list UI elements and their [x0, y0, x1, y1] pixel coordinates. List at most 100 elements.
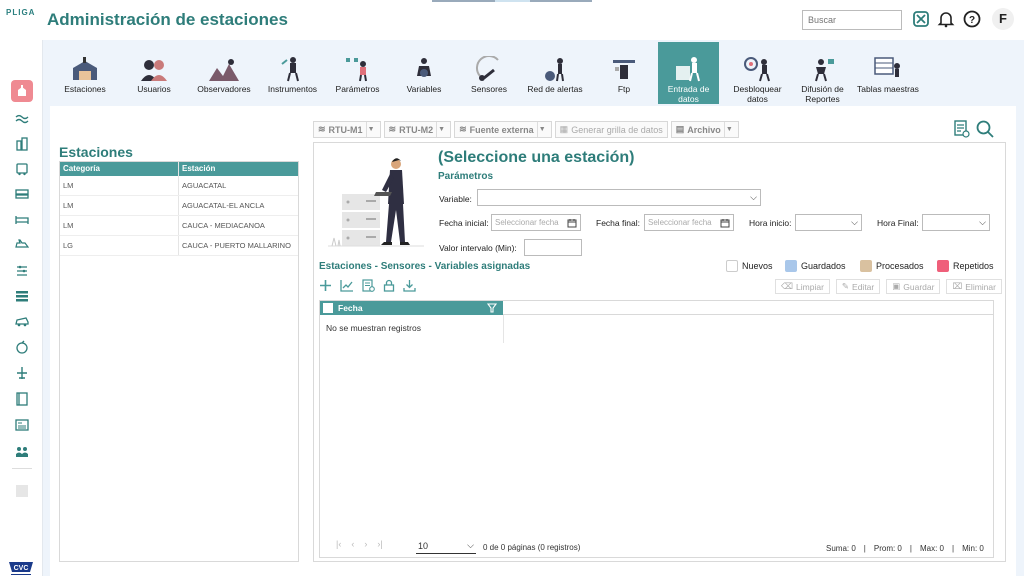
parameters-title: Parámetros [438, 171, 494, 182]
hora-inicio-select[interactable]: ⌵ [795, 214, 862, 231]
module-unlock[interactable]: Desbloquear datos [725, 42, 790, 104]
sidebar-item-group[interactable] [11, 440, 33, 462]
limpiar-label: Limpiar [796, 281, 824, 292]
calendar-icon[interactable] [720, 218, 730, 228]
eliminar-button[interactable]: ⌧ Eliminar [946, 279, 1002, 294]
first-page-icon[interactable]: |‹ [336, 539, 341, 549]
page-size-select[interactable]: 10 ⌵ [416, 538, 476, 554]
archivo-dropdown[interactable]: ▤ Archivo ▼ [670, 121, 739, 138]
server-icon [15, 189, 29, 199]
observers-icon [206, 52, 242, 82]
rtu-m2-dropdown[interactable]: ≋ RTU-M2 ▼ [383, 121, 452, 138]
sidebar-item-aerial[interactable] [11, 362, 33, 384]
apple-icon [16, 340, 28, 354]
module-sensors[interactable]: Sensores [458, 42, 520, 104]
module-observers[interactable]: Observadores [188, 42, 260, 104]
ftp-icon [606, 52, 642, 82]
module-instruments[interactable]: Instrumentos [260, 42, 325, 104]
module-label: Red de alertas [527, 84, 583, 94]
report-icon[interactable] [954, 120, 970, 138]
table-row[interactable]: LM AGUACATAL-EL ANCLA [60, 196, 298, 216]
tools-icon[interactable] [911, 9, 931, 29]
bus-icon [16, 163, 28, 176]
add-icon[interactable] [319, 279, 332, 292]
guardar-button[interactable]: ▣ Guardar [886, 279, 941, 294]
variable-label: Variable: [439, 194, 472, 204]
sidebar-item-filters[interactable] [11, 259, 33, 281]
chevron-down-icon: ▼ [365, 122, 376, 137]
book-icon [16, 392, 28, 406]
prev-page-icon[interactable]: ‹ [351, 539, 354, 549]
module-users[interactable]: Usuarios [120, 42, 188, 104]
table-row[interactable]: LG CAUCA - PUERTO MALLARINO [60, 236, 298, 256]
generar-grilla-button[interactable]: ▦ Generar grilla de datos [554, 121, 668, 138]
hora-final-select[interactable]: ⌵ [922, 214, 990, 231]
unlock-icon [740, 52, 776, 82]
sidebar-item-news[interactable] [11, 414, 33, 436]
module-variables[interactable]: Variables [390, 42, 458, 104]
sidebar-item-flight[interactable] [11, 234, 33, 256]
chart-icon[interactable] [340, 279, 354, 292]
rtu-m2-label: RTU-M2 [399, 124, 434, 135]
document-edit-icon[interactable] [362, 279, 375, 292]
module-label: Tablas maestras [857, 84, 919, 94]
search-icon[interactable] [976, 120, 994, 138]
sidebar-item-book[interactable] [11, 388, 33, 410]
limpiar-button[interactable]: ⌫ Limpiar [775, 279, 830, 294]
sidebar-item-server[interactable] [11, 183, 33, 205]
next-page-icon[interactable]: › [364, 539, 367, 549]
table-row[interactable]: LM CAUCA - MEDIACANOA [60, 216, 298, 236]
legend-swatch-procesados [860, 260, 872, 272]
sidebar-item-stations[interactable] [11, 80, 33, 102]
fecha-inicial-input[interactable]: Seleccionar fecha [491, 214, 581, 231]
rtu-m1-dropdown[interactable]: ≋ RTU-M1 ▼ [313, 121, 381, 138]
valor-intervalo-input[interactable] [524, 239, 582, 256]
search-input[interactable] [802, 10, 902, 30]
module-label: Estaciones [64, 84, 106, 94]
avatar[interactable]: F [992, 8, 1014, 30]
editar-button[interactable]: ✎ Editar [835, 279, 881, 294]
module-reports[interactable]: Difusión de Reportes [790, 42, 855, 104]
cell-estacion: AGUACATAL [182, 181, 227, 190]
sidebar-item-vehicle[interactable] [11, 310, 33, 332]
alerts-icon [537, 52, 573, 82]
download-icon[interactable] [403, 279, 416, 292]
column-header-categoria[interactable]: Categoría [60, 162, 179, 176]
last-page-icon[interactable]: ›| [377, 539, 382, 549]
sidebar-item-bed[interactable] [11, 208, 33, 230]
grid-actions [319, 279, 416, 292]
app-logo[interactable]: PLIGA [6, 8, 35, 17]
column-header-fecha[interactable]: Fecha [338, 303, 363, 313]
filter-icon[interactable] [487, 303, 497, 313]
module-stations[interactable]: Estaciones [50, 42, 120, 104]
module-master-tables[interactable]: Tablas maestras [855, 42, 921, 104]
bell-icon[interactable] [936, 9, 956, 29]
fecha-final-label: Fecha final: [596, 218, 640, 228]
table-row[interactable]: LM AGUACATAL [60, 176, 298, 196]
module-ftp[interactable]: Ftp [590, 42, 658, 104]
calendar-icon[interactable] [567, 218, 577, 228]
legend-label: Procesados [876, 261, 924, 271]
fuente-externa-dropdown[interactable]: ≋ Fuente externa ▼ [454, 121, 552, 138]
column-header-estacion[interactable]: Estación [179, 162, 298, 176]
wave-icon [15, 114, 29, 124]
archivo-label: Archivo [687, 124, 721, 135]
sidebar-item-water[interactable] [11, 108, 33, 130]
grid-buttons: ⌫ Limpiar ✎ Editar ▣ Guardar ⌧ Eliminar [769, 279, 1002, 294]
valor-intervalo-label: Valor intervalo (Min): [439, 243, 517, 253]
cell-categoria: LM [60, 196, 179, 215]
sidebar-item-list[interactable] [11, 285, 33, 307]
help-icon[interactable]: ? [962, 9, 982, 29]
lock-icon[interactable] [383, 279, 395, 292]
select-all-checkbox[interactable] [323, 303, 333, 313]
variable-select[interactable]: ⌵ [477, 189, 761, 206]
sidebar-item-fruit[interactable] [11, 336, 33, 358]
module-data-entry[interactable]: Entrada de datos [658, 42, 719, 104]
module-parameters[interactable]: Parámetros [325, 42, 390, 104]
fecha-final-input[interactable]: Seleccionar fecha [644, 214, 734, 231]
trash-icon: ⌧ [952, 281, 963, 291]
placeholder-icon [16, 485, 28, 497]
sidebar-item-transport[interactable] [11, 158, 33, 180]
sidebar-item-buildings[interactable] [11, 133, 33, 155]
module-alerts[interactable]: Red de alertas [520, 42, 590, 104]
